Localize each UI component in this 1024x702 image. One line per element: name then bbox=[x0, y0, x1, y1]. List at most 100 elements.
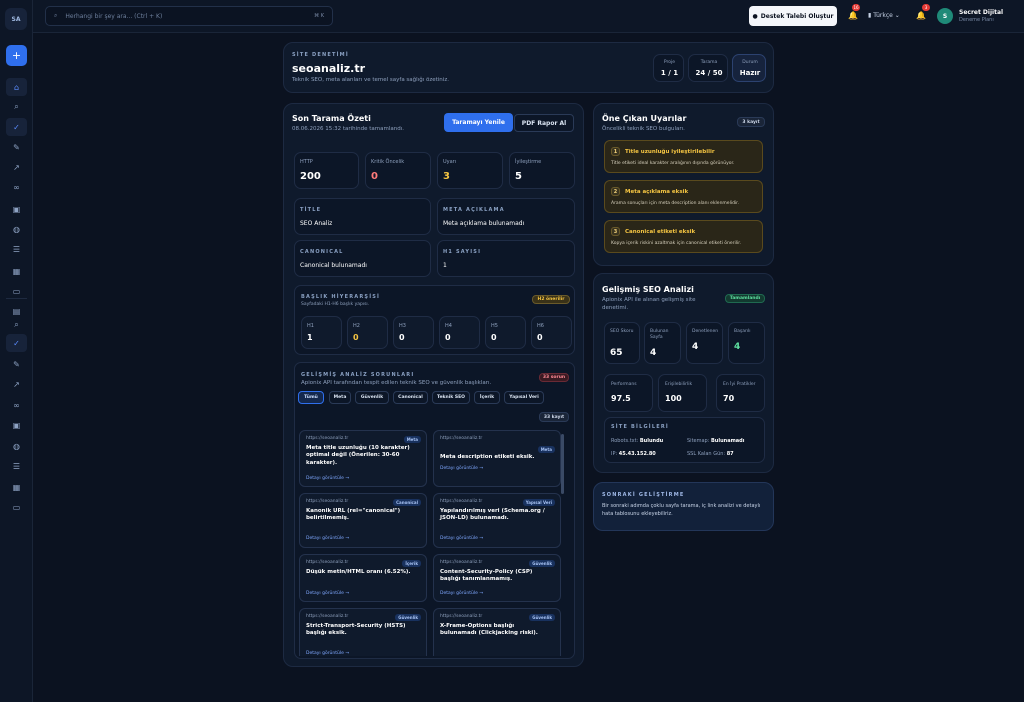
alert-item[interactable]: 3 Canonical etiketi eksik Kopya içerik r… bbox=[604, 220, 763, 253]
alerts-subtitle: Öncelikli teknik SEO bulguları. bbox=[602, 126, 685, 132]
title-box: TİTLE SEO Analiz bbox=[294, 198, 431, 235]
grid-icon-2[interactable]: ▦ bbox=[6, 478, 27, 496]
issues-scrollbar[interactable] bbox=[561, 434, 564, 494]
meta-description-box: META AÇIKLAMA Meta açıklama bulunamadı bbox=[437, 198, 575, 235]
globe-icon-2[interactable]: ◍ bbox=[6, 437, 27, 455]
pdf-report-button[interactable]: PDF Rapor Al bbox=[514, 114, 574, 132]
metric-warning: Uyarı 3 bbox=[437, 152, 503, 189]
alert-item[interactable]: 1 Title uzunluğu iyileştirilebilir Title… bbox=[604, 140, 763, 173]
notification-icon[interactable]: 🔔 bbox=[848, 11, 858, 20]
check-icon-2[interactable]: ✓ bbox=[6, 334, 27, 352]
issue-card[interactable]: https://seoanaliz.tr Güvenlik X-Frame-Op… bbox=[433, 608, 561, 656]
heading-h5: H5 0 bbox=[485, 316, 526, 349]
list-icon-2[interactable]: ☰ bbox=[6, 457, 27, 475]
stat-found-pages: Bulunan Sayfa 4 bbox=[644, 322, 681, 364]
avatar[interactable]: S bbox=[937, 8, 953, 24]
tab-technical-seo[interactable]: Teknik SEO bbox=[432, 391, 470, 404]
heading-h1: H1 1 bbox=[301, 316, 342, 349]
site-audit-header: SİTE DENETİMİ seoanaliz.tr Teknik SEO, m… bbox=[283, 42, 774, 93]
issue-card[interactable]: https://seoanaliz.tr Canonical Kanonik U… bbox=[299, 493, 427, 548]
card-icon-2[interactable]: ▭ bbox=[6, 498, 27, 516]
trend-icon[interactable]: ↗ bbox=[6, 158, 27, 176]
tab-meta[interactable]: Meta bbox=[329, 391, 351, 404]
language-selector[interactable]: ▮ Türkçe ⌄ bbox=[868, 12, 900, 19]
canonical-box: CANONICAL Canonical bulunamadı bbox=[294, 240, 431, 277]
stat-audited: Denetlenen 4 bbox=[686, 322, 723, 364]
tab-content[interactable]: İçerik bbox=[474, 391, 500, 404]
support-ticket-button[interactable]: ● Destek Talebi Oluştur bbox=[749, 6, 837, 26]
chevron-down-icon: ⌄ bbox=[894, 12, 900, 19]
search-input[interactable]: ⌕ Herhangi bir şey ara... (Ctrl + K) ⌘ K bbox=[45, 6, 333, 26]
add-button[interactable]: + bbox=[6, 45, 27, 66]
heading-h6: H6 0 bbox=[531, 316, 572, 349]
issue-card[interactable]: https://seoanaliz.tr Güvenlik Content-Se… bbox=[433, 554, 561, 602]
issue-card[interactable]: https://seoanaliz.tr Yapısal Veri Yapıla… bbox=[433, 493, 561, 548]
search-shortcut: ⌘ K bbox=[314, 13, 324, 19]
page-title: seoanaliz.tr bbox=[292, 62, 366, 75]
next-title: SONRAKİ GELİŞTİRME bbox=[602, 492, 685, 498]
heading-h2: H2 0 bbox=[347, 316, 388, 349]
sidebar-divider bbox=[6, 298, 27, 299]
issue-card[interactable]: https://seoanaliz.tr Meta Meta title uzu… bbox=[299, 430, 427, 487]
sidebar: SA + ⌂ ⌕ ✓ ✎ ↗ ∞ ▣ ◍ ☰ ▦ ▭ ▤ ⌕ ✓ ✎ ↗ ∞ ▣… bbox=[0, 0, 33, 702]
user-role: Deneme Planı bbox=[959, 17, 994, 23]
stat-accessibility: Erişilebilirlik 100 bbox=[658, 374, 707, 412]
refresh-scan-button[interactable]: Taramayı Yenile bbox=[444, 113, 513, 132]
sitemap-info: Sitemap: Bulunamadı bbox=[687, 438, 745, 444]
alerts-title: Öne Çıkan Uyarılar bbox=[602, 114, 687, 123]
app-logo[interactable]: SA bbox=[5, 8, 27, 30]
heading-hierarchy: BAŞLIK HİYERARŞİSİ Sayfadaki H1-H6 başlı… bbox=[294, 285, 575, 355]
tools-icon[interactable]: ✎ bbox=[6, 138, 27, 156]
records-count: 33 kayıt bbox=[539, 412, 569, 422]
scan-summary-card: Son Tarama Özeti 08.06.2026 15:32 tarihi… bbox=[283, 103, 584, 667]
globe-icon[interactable]: ◍ bbox=[6, 220, 27, 238]
bell-icon[interactable]: 🔔 bbox=[916, 11, 926, 20]
list-icon[interactable]: ☰ bbox=[6, 240, 27, 258]
grid-icon[interactable]: ▦ bbox=[6, 262, 27, 280]
trend-icon-2[interactable]: ↗ bbox=[6, 375, 27, 393]
calendar-icon-2[interactable]: ▣ bbox=[6, 416, 27, 434]
alerts-count-badge: 3 kayıt bbox=[737, 117, 765, 127]
check-icon[interactable]: ✓ bbox=[6, 118, 27, 136]
user-name: Secret Dijital bbox=[959, 9, 1004, 16]
metric-critical: Kritik Öncelik 0 bbox=[365, 152, 431, 189]
next-description: Bir sonraki adımda çoklu sayfa tarama, i… bbox=[602, 503, 761, 517]
next-development-card: SONRAKİ GELİŞTİRME Bir sonraki adımda ço… bbox=[593, 482, 774, 531]
tab-structured-data[interactable]: Yapısal Veri bbox=[504, 391, 544, 404]
issue-card[interactable]: https://seoanaliz.tr İçerik Düşük metin/… bbox=[299, 554, 427, 602]
search-icon-2[interactable]: ⌕ bbox=[6, 316, 27, 334]
scan-title: Son Tarama Özeti bbox=[292, 114, 371, 123]
dot-icon: ● bbox=[752, 12, 758, 20]
tab-canonical[interactable]: Canonical bbox=[393, 391, 428, 404]
support-label: Destek Talebi Oluştur bbox=[760, 12, 834, 20]
tab-security[interactable]: Güvenlik bbox=[355, 391, 389, 404]
stat-seo-score: SEO Skoru 65 bbox=[604, 322, 640, 364]
stat-successful: Başarılı 4 bbox=[728, 322, 765, 364]
status-badge: Tamamlandı bbox=[725, 294, 765, 303]
alert-item[interactable]: 2 Meta açıklama eksik Arama sonuçları iç… bbox=[604, 180, 763, 213]
bell-badge: 3 bbox=[922, 4, 930, 11]
metric-warning-value: 3 bbox=[443, 171, 450, 182]
stat-best-practices: En İyi Pratikler 70 bbox=[716, 374, 765, 412]
issue-card[interactable]: https://seoanaliz.tr Güvenlik Strict-Tra… bbox=[299, 608, 427, 656]
home-icon[interactable]: ⌂ bbox=[6, 78, 27, 96]
tools-icon-2[interactable]: ✎ bbox=[6, 355, 27, 373]
topbar: ⌕ Herhangi bir şey ara... (Ctrl + K) ⌘ K… bbox=[33, 0, 1024, 33]
advanced-issues: GELİŞMİŞ ANALİZ SORUNLARI Apionix API ta… bbox=[294, 362, 575, 659]
site-info: SİTE BİLGİLERİ Robots.txt: Bulundu Sitem… bbox=[604, 417, 765, 463]
link-icon[interactable]: ∞ bbox=[6, 178, 27, 196]
calendar-icon[interactable]: ▣ bbox=[6, 200, 27, 218]
search-icon: ⌕ bbox=[54, 12, 58, 19]
ssl-info: SSL Kalan Gün: 87 bbox=[687, 451, 734, 457]
stat-scan: Tarama 24 / 50 bbox=[688, 54, 728, 82]
tab-all[interactable]: Tümü bbox=[298, 391, 324, 404]
metric-http: HTTP 200 bbox=[294, 152, 359, 189]
issues-list: https://seoanaliz.tr Meta Meta title uzu… bbox=[299, 430, 571, 656]
flag-icon: ▮ bbox=[868, 12, 872, 19]
issue-card[interactable]: https://seoanaliz.tr Meta Meta descripti… bbox=[433, 430, 561, 487]
link-icon-2[interactable]: ∞ bbox=[6, 396, 27, 414]
issues-count-badge: 33 sorun bbox=[539, 373, 569, 382]
search-icon[interactable]: ⌕ bbox=[6, 98, 27, 116]
h2-recommend-badge: H2 önerilir bbox=[532, 295, 570, 304]
metric-improvement: İyileştirme 5 bbox=[509, 152, 575, 189]
